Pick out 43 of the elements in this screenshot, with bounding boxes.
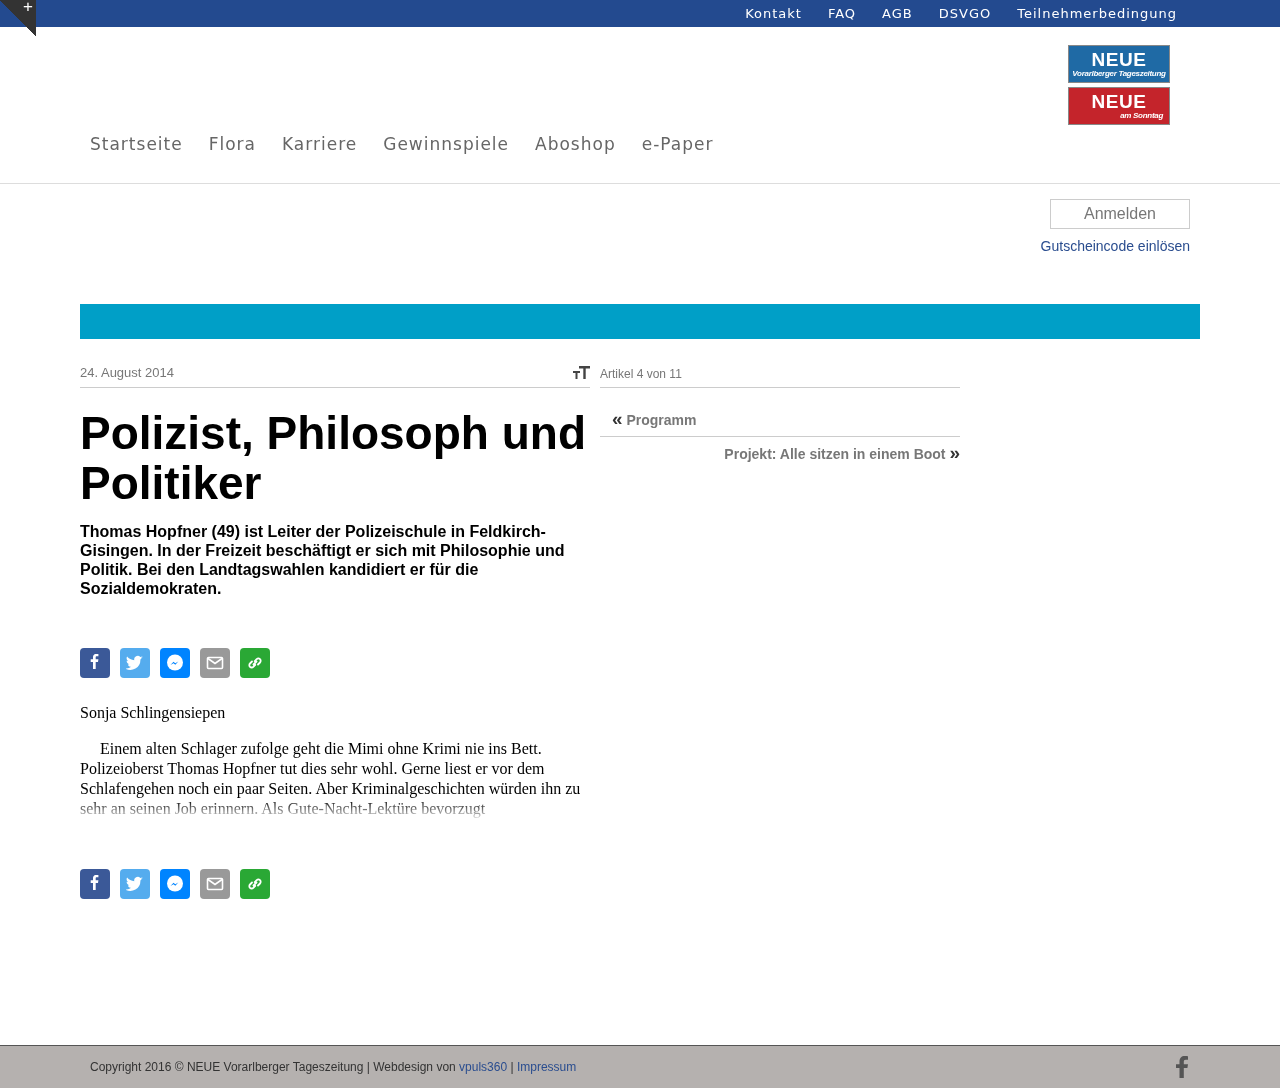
main-nav-link[interactable]: Aboshop <box>535 134 616 154</box>
newspaper-logo[interactable]: NEUE am Sonntag <box>1068 87 1170 125</box>
newspaper-logo[interactable]: NEUE Vorarlberger Tageszeitung <box>1068 45 1170 83</box>
text-size-icon[interactable] <box>573 366 590 379</box>
main-nav-link[interactable]: Flora <box>208 134 256 154</box>
envelope-icon <box>206 654 224 672</box>
share-button[interactable] <box>240 869 270 899</box>
main-nav-link[interactable]: e-Paper <box>641 134 714 154</box>
messenger-icon <box>166 654 184 672</box>
login-button[interactable]: Anmelden <box>1050 199 1190 229</box>
previous-article-link[interactable]: « Programm <box>612 412 697 428</box>
article-lead: Thomas Hopfner (49) ist Leiter der Polizeischule in Feldkirch-Gisingen. In der Freizeit beschäftigt er sich mit Philosophie und Politik. Bei den Landtagswahlen kandidiert er für die Sozialdemokraten. <box>80 522 566 598</box>
main-nav-link[interactable]: Startseite <box>90 134 183 154</box>
envelope-icon <box>206 875 224 893</box>
top-nav-link[interactable]: AGB <box>882 6 913 21</box>
facebook-icon[interactable] <box>1176 1056 1188 1078</box>
voucher-link[interactable]: Gutscheincode einlösen <box>1040 238 1190 254</box>
share-button[interactable] <box>200 869 230 899</box>
messenger-icon <box>166 875 184 893</box>
copyright-text: Copyright 2016 © NEUE Vorarlberger Tageszeitung | Webdesign von vpuls360 | Impressum <box>90 1060 577 1074</box>
author-name: Sonja Schlingensiepen <box>80 704 227 722</box>
article-text: Einem alten Schlager zufolge geht die Mimi ohne Krimi nie ins Bett. Polizeioberst Thomas Hopfner tut dies sehr wohl. Gerne liest er vor dem Schlafengehen noch ein paar Seiten. Aber Kriminalgeschichten würden ihn zu sehr an seinen Job erinnern. Als Gute-Nacht-Lektüre bevorzugt <box>80 739 582 819</box>
footer-link[interactable]: vpuls360 <box>459 1060 508 1074</box>
article-counter: Artikel 4 von 11 <box>600 362 960 388</box>
share-button[interactable] <box>160 869 190 899</box>
share-button[interactable] <box>80 869 110 899</box>
article-title: Polizist, Philosoph und Politiker <box>80 408 587 508</box>
top-nav-link[interactable]: DSVGO <box>938 6 992 21</box>
next-article-link[interactable]: Projekt: Alle sitzen in einem Boot » <box>724 446 960 462</box>
top-nav-link[interactable]: Teilnehmerbedingung <box>1017 6 1177 21</box>
share-button[interactable] <box>200 648 230 678</box>
twitter-bird-icon <box>126 654 144 672</box>
share-button[interactable] <box>240 648 270 678</box>
main-nav-link[interactable]: Gewinnspiele <box>383 134 510 154</box>
expand-toggle[interactable]: + <box>23 0 33 17</box>
top-nav-link[interactable]: FAQ <box>827 6 857 21</box>
share-button[interactable] <box>160 648 190 678</box>
share-button[interactable] <box>80 648 110 678</box>
top-nav-link[interactable]: Kontakt <box>745 6 802 21</box>
twitter-bird-icon <box>126 875 144 893</box>
article-date: 24. August 2014 <box>80 365 174 380</box>
main-nav-link[interactable]: Karriere <box>282 134 358 154</box>
footer-link[interactable]: Impressum <box>516 1060 577 1074</box>
